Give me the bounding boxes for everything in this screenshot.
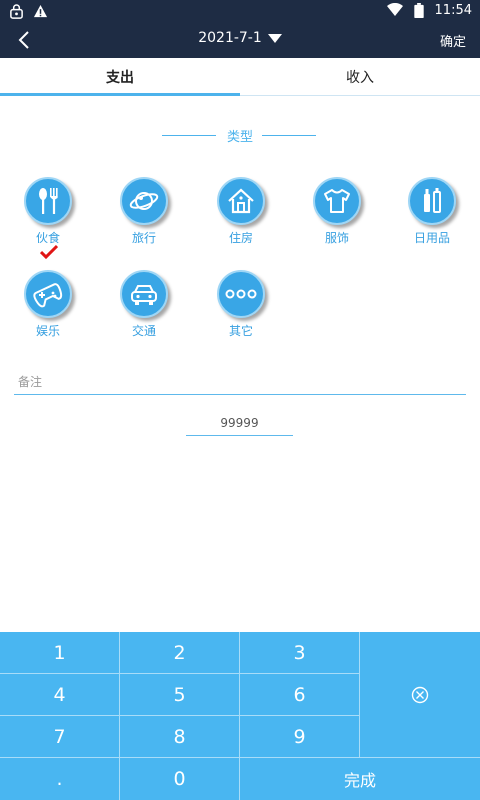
category-clothing[interactable]: 服饰 xyxy=(302,177,372,246)
category-label: 娱乐 xyxy=(35,324,60,338)
gamepad-icon xyxy=(24,270,72,318)
warning-icon xyxy=(32,3,48,19)
key-2[interactable]: 2 xyxy=(120,632,240,674)
tab-bar: 支出 收入 xyxy=(0,58,480,96)
key-3[interactable]: 3 xyxy=(240,632,360,674)
title-bar: 2021-7-1 确定 xyxy=(0,22,480,58)
key-8[interactable]: 8 xyxy=(120,716,240,758)
confirm-button[interactable]: 确定 xyxy=(440,31,466,50)
caret-down-icon xyxy=(267,33,282,43)
lock-icon xyxy=(8,3,24,19)
more-icon xyxy=(217,270,265,318)
section-title-text: 类型 xyxy=(226,130,253,145)
date-picker[interactable]: 2021-7-1 xyxy=(0,30,480,46)
tab-income[interactable]: 收入 xyxy=(240,58,480,96)
remark-input[interactable] xyxy=(14,370,466,394)
backspace-icon xyxy=(411,686,429,703)
house-icon xyxy=(217,177,265,225)
key-dot[interactable]: . xyxy=(0,758,120,800)
active-tab-indicator xyxy=(0,93,240,96)
wifi-icon xyxy=(386,2,403,18)
category-section-title: 类型 xyxy=(0,126,480,145)
planet-icon xyxy=(120,177,168,225)
key-9[interactable]: 9 xyxy=(240,716,360,758)
category-label: 交通 xyxy=(131,324,156,338)
category-other[interactable]: 其它 xyxy=(206,270,276,339)
checkmark-icon xyxy=(40,244,58,260)
tab-expense[interactable]: 支出 xyxy=(0,58,240,96)
key-4[interactable]: 4 xyxy=(0,674,120,716)
battery-icon xyxy=(411,2,427,18)
category-housing[interactable]: 住房 xyxy=(206,177,276,246)
title-divider-left xyxy=(162,135,216,136)
title-divider-right xyxy=(262,135,316,136)
tshirt-icon xyxy=(313,177,361,225)
amount-display: 99999 xyxy=(186,416,293,436)
utensils-icon xyxy=(24,177,72,225)
key-6[interactable]: 6 xyxy=(240,674,360,716)
category-travel[interactable]: 旅行 xyxy=(109,177,179,246)
delete-button[interactable] xyxy=(360,632,480,758)
category-daily-goods[interactable]: 日用品 xyxy=(397,177,467,246)
remark-field[interactable] xyxy=(14,370,466,395)
key-5[interactable]: 5 xyxy=(120,674,240,716)
bottles-icon xyxy=(408,177,456,225)
car-icon xyxy=(120,270,168,318)
category-label: 旅行 xyxy=(131,231,156,245)
category-entertainment[interactable]: 娱乐 xyxy=(13,270,83,339)
numeric-keypad: 1 2 3 4 5 6 7 8 9 . 0 完成 xyxy=(0,632,480,800)
date-text: 2021-7-1 xyxy=(198,30,262,46)
key-0[interactable]: 0 xyxy=(120,758,240,800)
category-label: 日用品 xyxy=(413,231,450,245)
category-label: 其它 xyxy=(228,324,253,338)
done-button[interactable]: 完成 xyxy=(240,758,480,800)
category-food[interactable]: 伙食 xyxy=(13,177,83,246)
key-7[interactable]: 7 xyxy=(0,716,120,758)
key-1[interactable]: 1 xyxy=(0,632,120,674)
category-label: 住房 xyxy=(228,231,253,245)
app-screen: 11:54 2021-7-1 确定 支出 收入 类型 伙食 旅行 住房 服饰 日… xyxy=(0,0,480,800)
category-transport[interactable]: 交通 xyxy=(109,270,179,339)
category-label: 服饰 xyxy=(324,231,349,245)
clock-text: 11:54 xyxy=(434,2,472,18)
status-bar: 11:54 xyxy=(0,0,480,22)
